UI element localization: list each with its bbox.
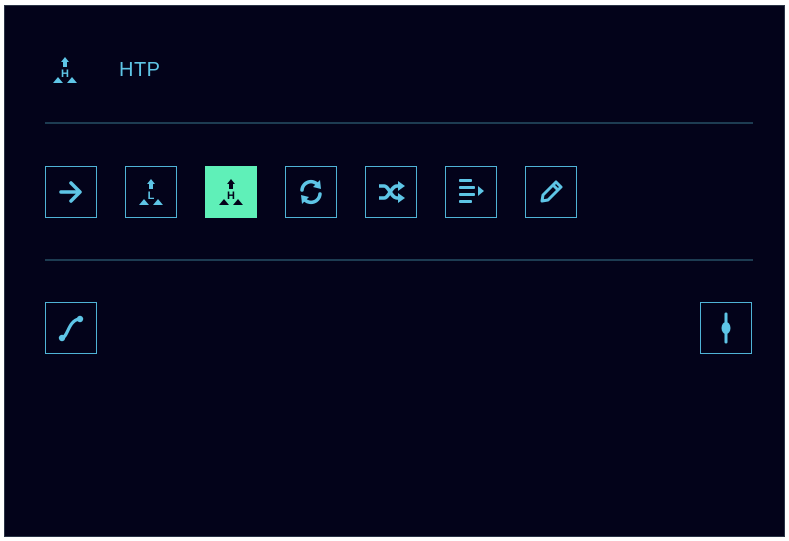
curve-icon <box>56 313 86 343</box>
vertical-marker-button[interactable] <box>700 302 752 354</box>
refresh-button[interactable] <box>285 166 337 218</box>
panel-header: H HTP <box>49 50 161 90</box>
vertical-marker-icon <box>716 312 736 344</box>
pencil-icon <box>536 177 566 207</box>
shuffle-button[interactable] <box>365 166 417 218</box>
divider-top <box>45 122 753 124</box>
refresh-icon <box>296 177 326 207</box>
svg-text:L: L <box>148 190 155 202</box>
pencil-button[interactable] <box>525 166 577 218</box>
svg-text:H: H <box>227 190 235 202</box>
htp-panel: H HTP L H <box>4 5 785 537</box>
arrow-right-icon <box>57 178 85 206</box>
htp-button[interactable]: H <box>205 166 257 218</box>
list-play-button[interactable] <box>445 166 497 218</box>
ltp-button[interactable]: L <box>125 166 177 218</box>
ltp-icon: L <box>137 178 165 206</box>
panel-title: HTP <box>119 58 161 81</box>
htp-icon: H <box>217 178 245 206</box>
shuffle-icon <box>376 177 406 207</box>
divider-bottom <box>45 259 753 261</box>
list-play-icon <box>456 176 486 208</box>
curve-button[interactable] <box>45 302 97 354</box>
arrow-right-button[interactable] <box>45 166 97 218</box>
htp-icon: H <box>49 54 81 86</box>
svg-text:H: H <box>61 68 69 80</box>
